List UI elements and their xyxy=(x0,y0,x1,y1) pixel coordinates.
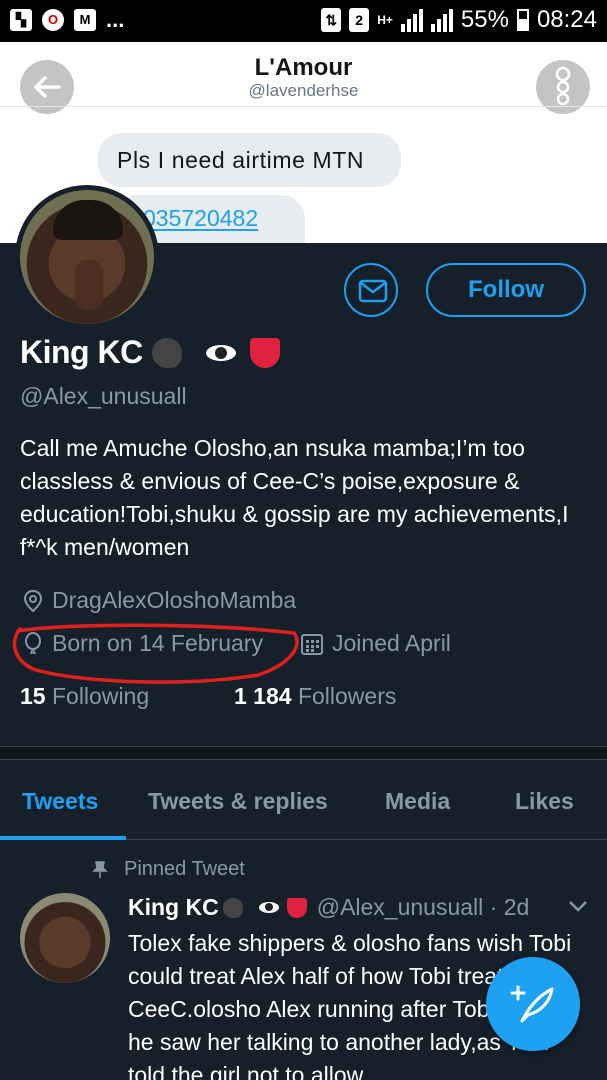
battery-percent: 55% xyxy=(460,6,509,33)
profile-location: DragAlexOloshoMamba xyxy=(22,587,296,614)
tongue-emoji-icon xyxy=(250,338,280,368)
name-emoji-group xyxy=(152,338,280,368)
tweet-name-emoji xyxy=(222,897,307,918)
notification-count-badge: 2 xyxy=(349,8,370,32)
joined-text: Joined April xyxy=(332,630,451,656)
calendar-icon xyxy=(301,633,323,655)
envelope-icon xyxy=(358,279,388,303)
tweet-header: King KC @Alex_unusuall · 2d xyxy=(128,894,529,921)
tweet-avatar[interactable] xyxy=(20,893,110,983)
tweet-handle-time: @Alex_unusuall · 2d xyxy=(316,894,530,920)
chevron-down-icon[interactable] xyxy=(567,898,589,914)
pin-icon xyxy=(92,860,108,878)
signal-2-icon xyxy=(430,8,453,32)
network-type: H+ xyxy=(377,12,393,27)
dm-title: L'Amour xyxy=(254,54,353,81)
avatar-photo xyxy=(20,190,154,324)
profile-joined: Joined April xyxy=(300,630,451,657)
bbm-icon: ▚ xyxy=(10,9,32,31)
pinned-text: Pinned Tweet xyxy=(124,858,245,880)
profile-bio: Call me Amuche Olosho,an nsuka mamba;I’m… xyxy=(20,435,569,560)
eye-emoji-icon xyxy=(258,902,279,913)
more-notifications: ... xyxy=(106,7,125,32)
eye-emoji-icon xyxy=(206,345,236,361)
following-label: Following xyxy=(51,683,150,709)
dm-handle: @lavenderhse xyxy=(248,81,359,100)
info-icon xyxy=(555,66,571,106)
status-bar-notifications: ▚ O M ... xyxy=(10,9,124,31)
gmail-icon: M xyxy=(74,9,96,31)
followers-label: Followers xyxy=(297,683,397,709)
compose-tweet-button[interactable] xyxy=(486,957,580,1051)
opera-icon: O xyxy=(42,9,64,31)
message-button[interactable] xyxy=(344,263,398,317)
tweet-author-name: King KC xyxy=(128,894,219,920)
tab-media[interactable]: Media xyxy=(385,788,450,815)
clock: 08:24 xyxy=(536,6,597,33)
followers-count: 1 184 xyxy=(234,683,292,709)
location-text: DragAlexOloshoMamba xyxy=(52,587,297,613)
profile-name: King KC xyxy=(20,334,143,370)
tongue-emoji-icon xyxy=(286,897,307,918)
status-bar: ▚ O M ... ⇅ 2 H+ 55% 08:24 xyxy=(0,0,607,42)
dm-divider xyxy=(0,106,607,107)
profile-tabs: Tweets Tweets & replies Media Likes xyxy=(0,760,607,840)
pinned-label: Pinned Tweet xyxy=(92,858,245,881)
location-pin-icon xyxy=(23,589,43,612)
profile-avatar[interactable] xyxy=(15,185,159,329)
follow-button[interactable]: Follow xyxy=(426,263,586,317)
following-count: 15 xyxy=(20,683,46,709)
following-stat[interactable]: 15 Following xyxy=(20,683,149,710)
battery-icon xyxy=(516,9,529,31)
message-bubble[interactable]: Pls I need airtime MTN xyxy=(98,133,401,187)
speaking-head-emoji-icon xyxy=(152,338,182,368)
tab-tweets-replies[interactable]: Tweets & replies xyxy=(148,788,328,815)
followers-stat[interactable]: 1 184 Followers xyxy=(234,683,396,710)
status-bar-system: ⇅ 2 H+ 55% 08:24 xyxy=(321,6,597,34)
tab-likes[interactable]: Likes xyxy=(515,788,574,815)
section-separator xyxy=(0,746,607,760)
speaking-head-emoji-icon xyxy=(222,897,243,918)
active-tab-indicator xyxy=(0,836,126,840)
profile-handle: @Alex_unusuall xyxy=(20,383,187,409)
signal-icon xyxy=(400,8,423,32)
red-annotation-circle xyxy=(12,623,299,684)
data-saver-icon: ⇅ xyxy=(321,8,342,32)
tab-tweets[interactable]: Tweets xyxy=(22,788,98,815)
compose-feather-icon xyxy=(510,985,554,1023)
